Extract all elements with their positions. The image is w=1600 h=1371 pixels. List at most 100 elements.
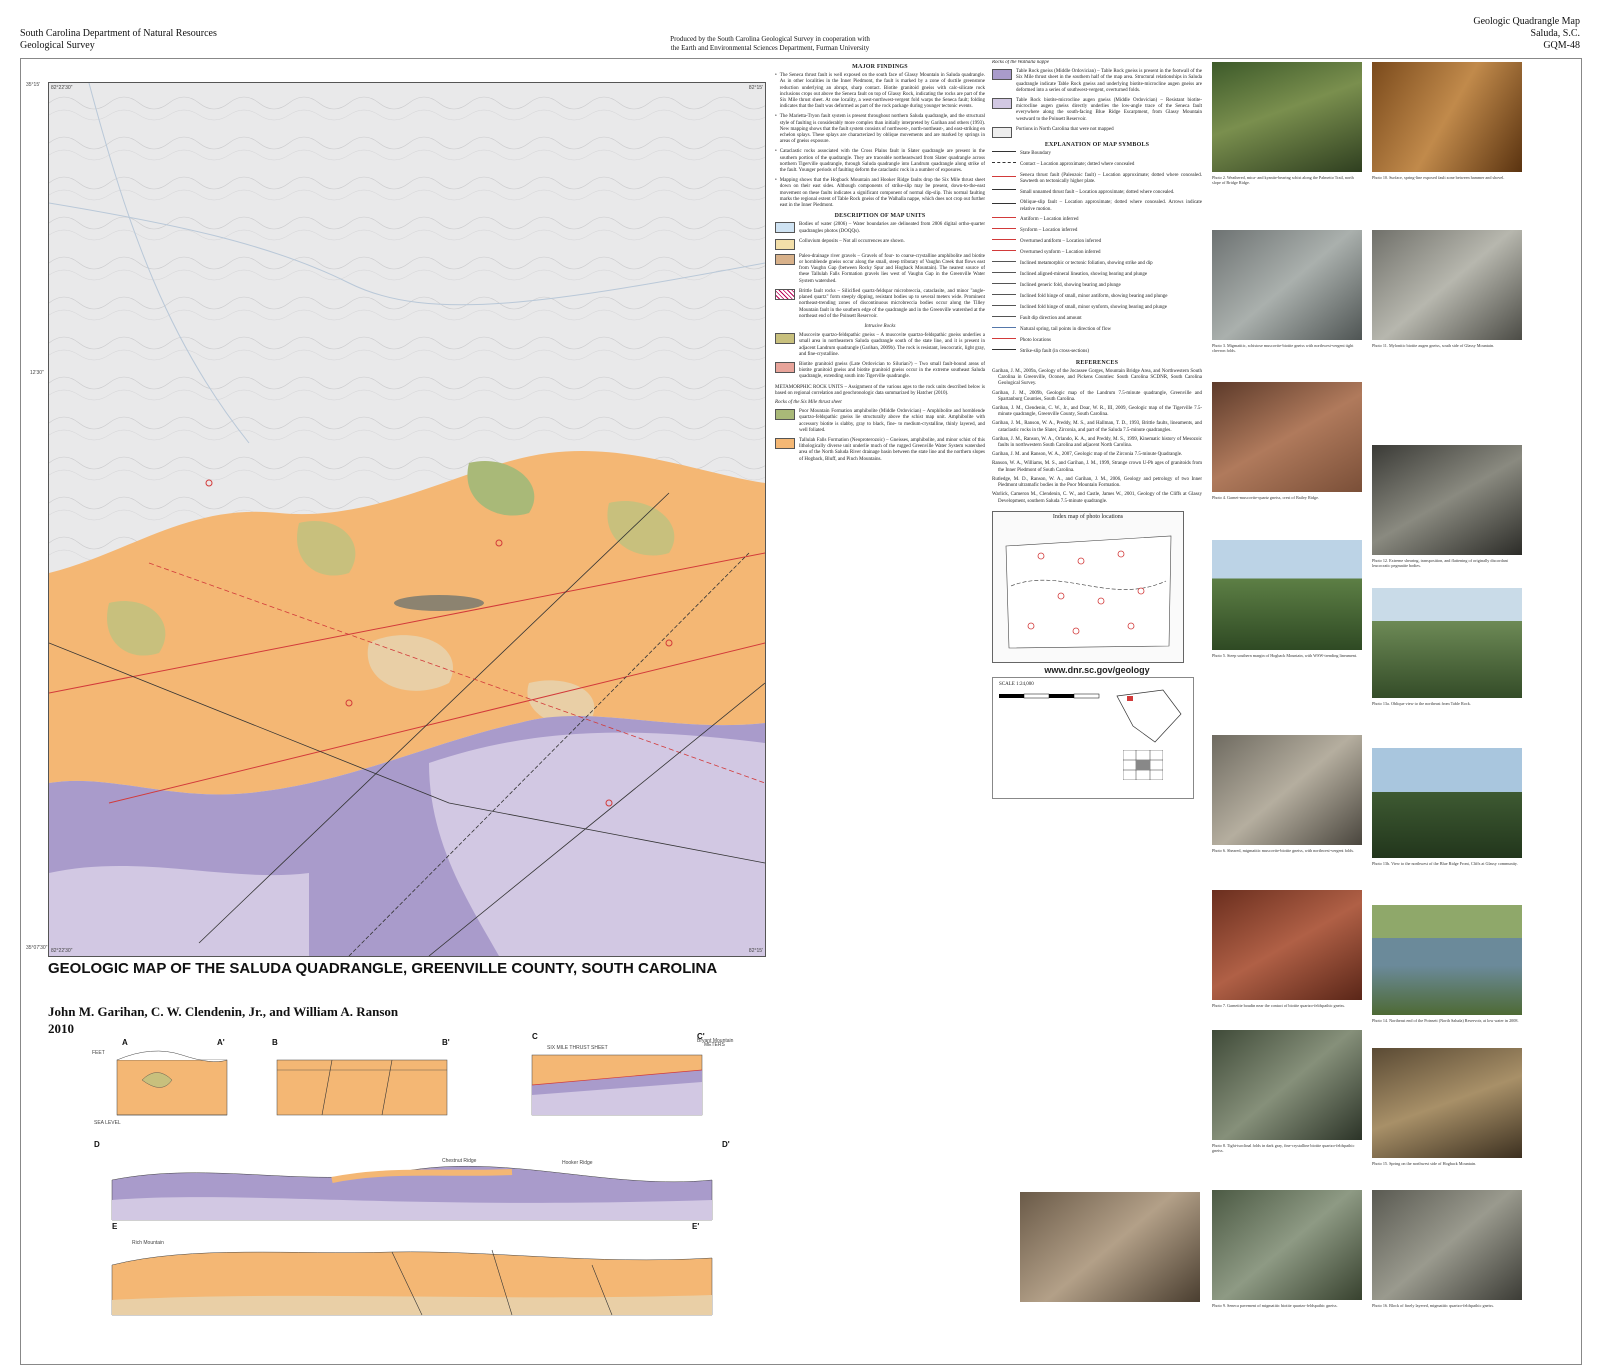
map-symbol-row: Seneca thrust fault (Paleozoic fault) – … xyxy=(992,173,1202,185)
map-symbol-icon xyxy=(992,216,1016,224)
field-photo-p7[interactable] xyxy=(1212,890,1362,1000)
photo-caption-p2: Photo 2. Weathered, mica- and kyanite-be… xyxy=(1212,175,1354,185)
map-symbol-row: Oblique-slip fault – Location approximat… xyxy=(992,200,1202,212)
field-photo-p8[interactable] xyxy=(1212,1030,1362,1140)
map-symbol-icon xyxy=(992,227,1016,235)
finding-2: • The Marietta-Tryon fault system is pres… xyxy=(775,114,985,145)
unit-mqfg-swatch xyxy=(775,333,795,345)
reference-item: Warlick, Cameron M., Clendenin, C. W., a… xyxy=(992,492,1202,504)
field-photo-p12[interactable] xyxy=(1372,445,1522,555)
website-link[interactable]: www.dnr.sc.gov/geology xyxy=(992,665,1202,674)
unit-tg: Paleo-drainage river gravels – Gravels o… xyxy=(775,253,985,285)
series-name: Geologic Quadrangle Map xyxy=(1473,16,1580,27)
map-symbol-icon xyxy=(992,151,1016,158)
map-symbol-icon xyxy=(992,249,1016,257)
field-photo-p6[interactable] xyxy=(1212,735,1362,845)
section-d-label: D xyxy=(94,1140,100,1149)
reference-item: Ranson, W. A., Williams, M. S., and Gari… xyxy=(992,461,1202,473)
unit-nc-text: Portions in North Carolina that were not… xyxy=(1016,126,1114,132)
photo-caption-p4: Photo 4. Garnet-muscovite-quartz gneiss,… xyxy=(1212,495,1319,500)
geologic-map[interactable]: 82°22'30" 82°15' 82°22'30" 82°15' xyxy=(48,82,766,957)
unit-bgg: Biotite granitoid gneiss (Late Ordovicia… xyxy=(775,361,985,381)
unit-fault-swatch xyxy=(775,288,795,300)
lat-bottom-label: 35°07'30" xyxy=(26,945,48,951)
photo-caption-p13b: Photo 13b. View to the northwest of the … xyxy=(1372,861,1518,866)
map-symbol-icon xyxy=(992,203,1016,210)
lat-mid-label: 12'30" xyxy=(30,370,44,376)
lat-top-label: 35°15' xyxy=(26,82,41,88)
map-symbol-icon xyxy=(992,189,1016,196)
map-symbol-label: Overturned synform – Location inferred xyxy=(1020,250,1101,256)
index-map-drawing xyxy=(1005,535,1172,649)
field-photo-p14[interactable] xyxy=(1372,905,1522,1015)
location-panel: SCALE 1:24,000 xyxy=(992,676,1194,799)
photo-caption-p7: Photo 7. Garnetite boudin near the conta… xyxy=(1212,1003,1346,1008)
map-symbol-row: Overturned antiform – Location inferred xyxy=(992,238,1202,246)
field-photo-p4[interactable] xyxy=(1212,382,1362,492)
unit-tbag-swatch xyxy=(992,98,1012,110)
photo-caption-p11: Photo 11. Mylonitic biotite augen gneiss… xyxy=(1372,343,1495,348)
map-symbol-row: Synform – Location inferred xyxy=(992,227,1202,235)
map-title: GEOLOGIC MAP OF THE SALUDA QUADRANGLE, G… xyxy=(48,960,718,977)
field-photo-p10[interactable] xyxy=(1372,62,1522,172)
photo-caption-p6: Photo 6. Sheared, migmatitic muscovite-b… xyxy=(1212,848,1355,853)
major-findings-heading: MAJOR FINDINGS xyxy=(852,64,908,70)
field-photo-p1[interactable] xyxy=(1020,1192,1200,1302)
six-mile-heading: Rocks of the Six Mile thrust sheet xyxy=(775,399,842,405)
field-photo-p2[interactable] xyxy=(1212,62,1362,172)
map-symbol-label: Synform – Location inferred xyxy=(1020,228,1078,234)
map-symbol-icon xyxy=(992,293,1016,301)
field-photo-p9[interactable] xyxy=(1212,1190,1362,1300)
field-photo-p3[interactable] xyxy=(1212,230,1362,340)
field-photo-p5[interactable] xyxy=(1212,540,1362,650)
map-symbol-icon xyxy=(992,162,1016,169)
map-symbol-row: Antiform – Location inferred xyxy=(992,216,1202,224)
unit-pm: Poor Mountain Formation amphibolite (Mid… xyxy=(775,409,985,434)
map-symbol-label: Natural spring, tail points in direction… xyxy=(1020,327,1112,333)
adjoining-quads-grid xyxy=(1123,749,1163,780)
unit-tf-text: Tallulah Falls Formation (Neoproterozoic… xyxy=(799,437,985,462)
unit-water-swatch xyxy=(775,222,795,234)
header-series: Geologic Quadrangle Map Saluda, S.C. GQM… xyxy=(1473,16,1580,52)
field-photo-p13b[interactable] xyxy=(1372,748,1522,858)
map-symbol-icon xyxy=(992,271,1016,279)
map-symbol-row: Photo locations xyxy=(992,337,1202,345)
photo-index-map[interactable]: Index map of photo locations xyxy=(992,510,1184,663)
hooker-ridge-label: Hooker Ridge xyxy=(562,1160,593,1166)
photo-caption-p12: Photo 12. Extreme shearing, transpositio… xyxy=(1372,558,1508,568)
unit-tbag: Table Rock biotite-microcline augen gnei… xyxy=(992,98,1202,123)
producer-line2: the Earth and Environmental Sciences Dep… xyxy=(670,44,870,52)
unit-nc-swatch xyxy=(992,126,1012,138)
cross-sections-drawing xyxy=(111,1050,713,1316)
map-symbol-label: Inclined fold hinge of small, minor synf… xyxy=(1020,305,1167,311)
map-symbol-row: Small unnamed thrust fault – Location ap… xyxy=(992,189,1202,196)
map-authors: John M. Garihan, C. W. Clendenin, Jr., a… xyxy=(48,1004,399,1019)
photo-caption-p10: Photo 10. Surface, spring-line exposed f… xyxy=(1372,175,1505,180)
map-symbol-row: Natural spring, tail points in direction… xyxy=(992,326,1202,334)
map-symbol-icon xyxy=(992,315,1016,323)
photo-caption-p8: Photo 8. Tight-isoclinal folds in dark g… xyxy=(1212,1143,1355,1153)
unit-trg-text: Table Rock gneiss (Middle Ordovician) – … xyxy=(1016,69,1202,93)
map-symbol-icon xyxy=(992,282,1016,290)
reference-item: Garihan, J. M., Clendenin, C. W., Jr., a… xyxy=(992,406,1202,418)
map-symbol-label: Seneca thrust fault (Paleozoic fault) – … xyxy=(1020,173,1202,185)
finding-4: • Mapping shows that the Hogback Mountain… xyxy=(775,178,985,209)
symbol-list: State Boundary Contact – Location approxi… xyxy=(992,151,1202,356)
field-photo-p11[interactable] xyxy=(1372,230,1522,340)
map-symbol-label: State Boundary xyxy=(1020,151,1051,157)
map-symbol-label: Photo locations xyxy=(1020,338,1051,344)
unit-pm-text: Poor Mountain Formation amphibolite (Mid… xyxy=(799,409,985,433)
map-symbol-row: Inclined generic fold, showing bearing a… xyxy=(992,282,1202,290)
text-column-1: MAJOR FINDINGS • The Seneca thrust fault … xyxy=(775,60,985,1360)
unit-tf-swatch xyxy=(775,437,795,449)
field-photo-p16[interactable] xyxy=(1372,1190,1522,1300)
field-photo-p13a[interactable] xyxy=(1372,588,1522,698)
agency-name: South Carolina Department of Natural Res… xyxy=(20,28,217,39)
producer-line1: Produced by the South Carolina Geologica… xyxy=(670,35,870,43)
photo-caption-p13a: Photo 13a. Oblique view to the northeast… xyxy=(1372,701,1471,706)
header-agency: South Carolina Department of Natural Res… xyxy=(20,28,217,52)
unit-trg: Table Rock gneiss (Middle Ordovician) – … xyxy=(992,69,1202,94)
scale-bar xyxy=(999,693,1100,699)
map-symbol-label: Inclined aligned-mineral lineation, show… xyxy=(1020,272,1148,278)
field-photo-p15[interactable] xyxy=(1372,1048,1522,1158)
